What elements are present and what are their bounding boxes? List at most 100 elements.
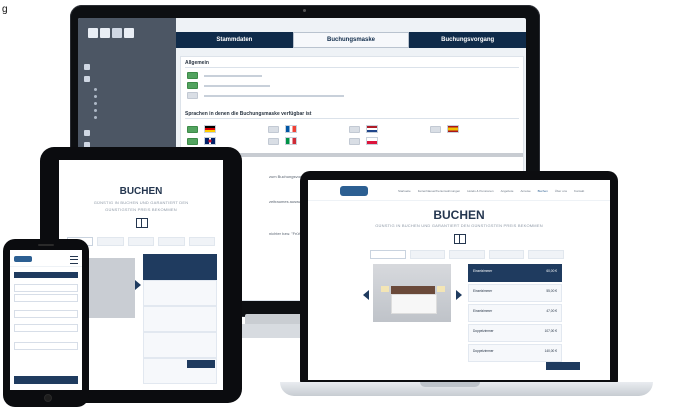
booking-title: BUCHEN (119, 186, 163, 197)
flag-it-icon (285, 137, 297, 145)
tab-buchungsmaske[interactable]: Buchungsmaske (292, 32, 410, 48)
sidebar-subitem[interactable] (94, 114, 164, 121)
site-logo[interactable] (14, 256, 32, 262)
booking-step-tabs (67, 237, 216, 246)
sidebar-item-home[interactable] (84, 62, 170, 72)
nav-item-active[interactable]: Buchen (538, 189, 548, 193)
step-tab[interactable] (528, 250, 564, 259)
step-tab[interactable] (370, 250, 406, 259)
prev-arrow-icon[interactable] (363, 290, 369, 300)
phone-speaker (38, 244, 54, 246)
tab-label: Buchungsmaske (327, 37, 376, 43)
language-toggle[interactable] (187, 125, 198, 133)
sidebar-item-prices[interactable] (84, 128, 170, 138)
language-toggle[interactable] (349, 137, 360, 145)
section-languages-title: Sprachen in denen die Buchungsmaske verf… (185, 111, 312, 117)
nav-item[interactable]: Ferienhäuser/Ferienwohnungen (418, 189, 461, 193)
site-logo[interactable] (340, 186, 368, 196)
next-arrow-icon[interactable] (456, 290, 462, 300)
extra-field[interactable] (14, 324, 78, 332)
section-general-title: Allgemein (185, 60, 209, 66)
sidebar-subitem[interactable] (94, 86, 164, 93)
tab-label: Buchungsvorgang (441, 37, 495, 43)
flag-nl-icon (366, 125, 378, 133)
room-card[interactable]: Einzelzimmer 60,00 € (468, 264, 562, 282)
sidebar-subitem[interactable] (94, 93, 164, 100)
room-card-price: 47,00 € (546, 309, 557, 313)
room-card[interactable]: Einzelzimmer 55,00 € (468, 284, 562, 302)
room-card-label: Einzelzimmer (473, 289, 493, 293)
search-button[interactable] (14, 376, 78, 384)
sidebar-subitem[interactable] (94, 107, 164, 114)
setting-text (204, 94, 344, 97)
tag-icon (84, 130, 90, 136)
arrival-field[interactable] (14, 284, 78, 292)
language-toggle[interactable] (268, 137, 279, 145)
room-card[interactable]: Doppelzimmer 140,00 € (468, 344, 562, 362)
promo-field[interactable] (14, 342, 78, 350)
gift-icon (454, 234, 466, 244)
flag-es-icon (447, 125, 459, 133)
room-card[interactable]: Doppelzimmer 107,00 € (468, 324, 562, 342)
divider (185, 118, 519, 119)
setting-row[interactable] (187, 92, 344, 99)
step-tab[interactable] (409, 250, 446, 259)
room-card[interactable] (143, 332, 217, 358)
next-arrow-icon[interactable] (135, 280, 141, 290)
nav-item[interactable]: Kontakt (574, 189, 584, 193)
nav-item[interactable]: Hotels & Pensionen (467, 189, 493, 193)
sidebar-item-settings[interactable] (84, 74, 170, 84)
departure-field[interactable] (14, 294, 78, 302)
lamp (437, 286, 445, 292)
tab-stammdaten[interactable]: Stammdaten (176, 32, 293, 48)
phone-screen (10, 250, 82, 390)
sidebar-subitem[interactable] (94, 100, 164, 107)
hotel-room-image (373, 264, 451, 322)
room-card[interactable] (143, 254, 217, 280)
menu-icon[interactable] (70, 256, 78, 264)
language-toggle[interactable] (349, 125, 360, 133)
continue-button[interactable] (187, 360, 215, 368)
guests-field[interactable] (14, 310, 78, 318)
toggle[interactable] (187, 92, 198, 99)
language-toggle[interactable] (187, 137, 198, 145)
nav-item[interactable]: Über uns (555, 189, 567, 193)
room-card-price: 140,00 € (544, 349, 557, 353)
step-tab[interactable] (127, 237, 155, 246)
step-tab[interactable] (97, 237, 124, 246)
room-card-price: 107,00 € (544, 329, 557, 333)
room-card-label: Einzelzimmer (473, 269, 493, 273)
setting-row[interactable] (187, 82, 270, 89)
bullet-icon (94, 109, 97, 112)
language-toggle[interactable] (430, 125, 441, 133)
language-row (187, 125, 459, 133)
language-toggle[interactable] (268, 125, 279, 133)
corner-letter: g (2, 4, 8, 15)
sidebar-logo (88, 28, 158, 38)
booking-title: BUCHEN (433, 208, 485, 222)
step-tab[interactable] (449, 250, 485, 259)
tab-buchungsvorgang[interactable]: Buchungsvorgang (409, 32, 526, 48)
phone-home-button (44, 394, 52, 402)
flag-fr-icon (285, 125, 297, 133)
date-bar[interactable] (14, 272, 78, 278)
setting-row[interactable] (187, 72, 262, 79)
gear-icon (84, 76, 90, 82)
nav-item[interactable]: Angebote (501, 189, 514, 193)
step-tab[interactable] (158, 237, 185, 246)
laptop-notch (420, 382, 480, 387)
phone-header (10, 250, 82, 267)
nav-item[interactable]: Anreise (520, 189, 530, 193)
setting-text (204, 74, 262, 77)
room-card[interactable] (143, 306, 217, 332)
continue-button[interactable] (546, 362, 580, 370)
step-tab[interactable] (188, 237, 216, 246)
toggle[interactable] (187, 82, 198, 89)
room-card[interactable]: Einzelzimmer 47,00 € (468, 304, 562, 322)
nav-item[interactable]: Startseite (398, 189, 411, 193)
step-tab[interactable] (488, 250, 525, 259)
tab-label: Stammdaten (216, 37, 253, 43)
flag-gb-icon (204, 137, 216, 145)
toggle[interactable] (187, 72, 198, 79)
room-card[interactable] (143, 280, 217, 306)
